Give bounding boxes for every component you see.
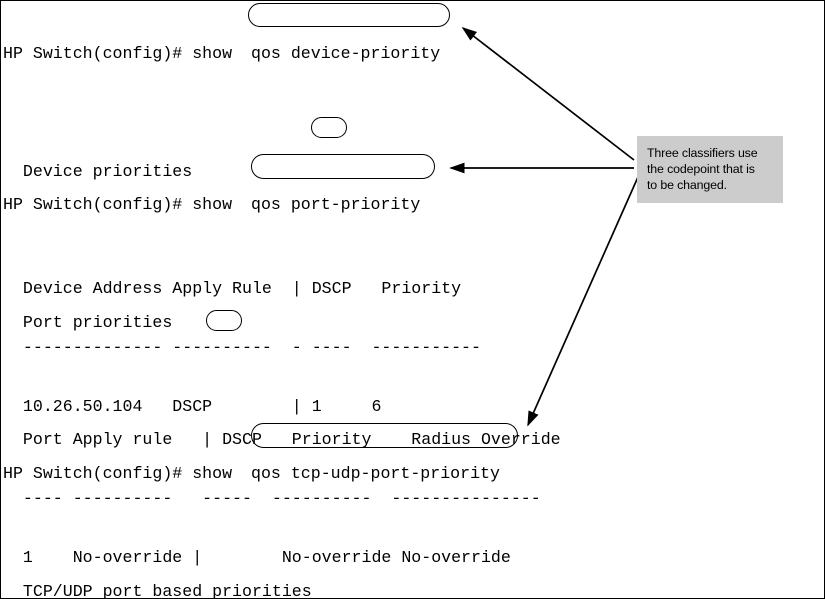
heading-tcp-udp-priorities: TCP/UDP port based priorities	[3, 581, 312, 599]
callout-line: the codepoint that is	[647, 162, 755, 177]
spacer-line: .	[3, 372, 561, 392]
arrow-to-device-priority	[461, 26, 635, 161]
callout-line: to be changed.	[647, 178, 727, 193]
spacer-line: .	[3, 523, 660, 543]
command-highlight-tcp-udp-port-priority[interactable]: qos tcp-udp-port-priority	[251, 425, 500, 523]
callout-three-classifiers: Three classifiers use the codepoint that…	[637, 136, 783, 203]
screenshot-root: HP Switch(config)# show . Device priorit…	[0, 0, 825, 599]
spacer-line: .	[3, 103, 481, 123]
command-highlight-port-priority[interactable]: qos port-priority	[251, 156, 420, 254]
command-highlight-device-priority[interactable]: qos device-priority	[251, 5, 440, 103]
callout-line: Three classifiers use	[647, 146, 758, 160]
heading-port-priorities: Port priorities	[3, 312, 173, 332]
spacer-line: .	[3, 254, 561, 274]
